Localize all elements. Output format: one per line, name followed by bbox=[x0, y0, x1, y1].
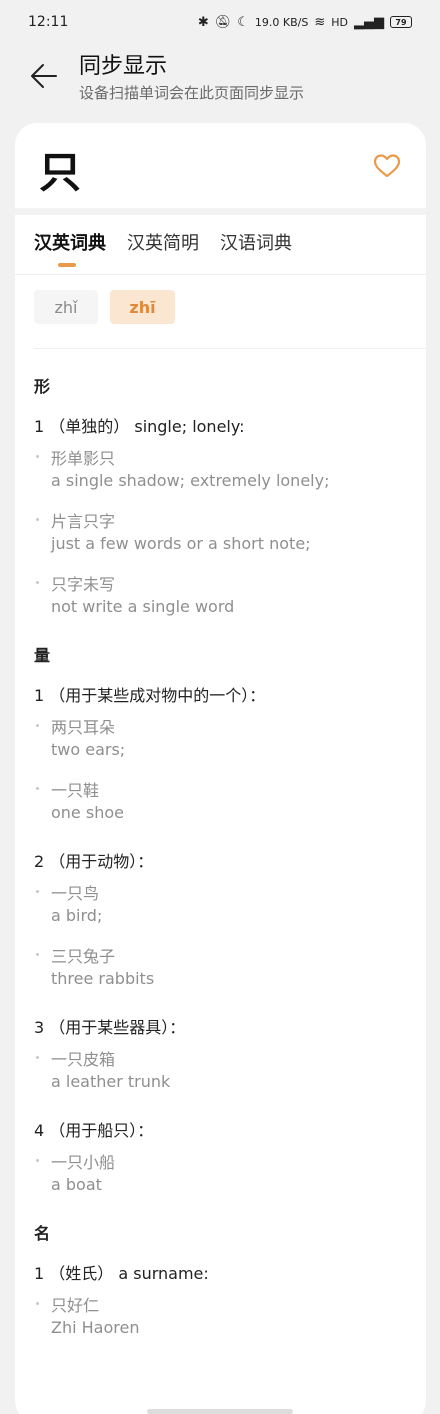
example-chinese: 一只鸟 bbox=[51, 884, 100, 903]
example-chinese: 只好仁 bbox=[51, 1296, 100, 1315]
bullet-icon bbox=[36, 890, 39, 893]
example-english: a bird; bbox=[51, 906, 103, 925]
bullet-icon bbox=[36, 724, 39, 727]
part-of-speech: 名 bbox=[34, 1224, 51, 1243]
example-english: two ears; bbox=[51, 740, 126, 759]
pinyin-selector: zhǐ zhī bbox=[34, 275, 426, 349]
tab-3[interactable]: 汉语词典 bbox=[220, 229, 292, 255]
bullet-icon bbox=[36, 455, 39, 458]
dictionary-card: 只 汉英词典 汉英简明 汉语词典 zhǐ zhī 形 1 （单独的） single; … bbox=[15, 123, 426, 1414]
bullet-icon bbox=[36, 1159, 39, 1162]
bullet-icon bbox=[36, 518, 39, 521]
bullet-icon bbox=[36, 1056, 39, 1059]
example-chinese: 形单影只 bbox=[51, 449, 116, 468]
example-english: a boat bbox=[51, 1175, 102, 1194]
bluetooth-icon: ✱ bbox=[197, 14, 209, 30]
network-speed: 19.0 KB/S bbox=[254, 15, 309, 29]
moon-icon: ☾ bbox=[237, 14, 249, 30]
page-subtitle: 设备扫描单词会在此页面同步显示 bbox=[79, 84, 305, 102]
header: 同步显示 设备扫描单词会在此页面同步显示 bbox=[0, 44, 440, 116]
example-english: a leather trunk bbox=[51, 1072, 171, 1091]
example-chinese: 只字未写 bbox=[51, 575, 116, 594]
dictionary-tabs: 汉英词典 汉英简明 汉语词典 bbox=[15, 215, 426, 275]
example-english: one shoe bbox=[51, 803, 124, 822]
sense-definition: 3 （用于某些器具）： bbox=[34, 1018, 186, 1037]
example-english: a single shadow; extremely lonely; bbox=[51, 471, 330, 490]
bullet-icon bbox=[36, 581, 39, 584]
status-icons: ✱ 🔕︎ ☾ 19.0 KB/S ≋ HD ▂▄▆ 79 bbox=[198, 15, 412, 30]
example-chinese: 三只兔子 bbox=[51, 947, 116, 966]
part-of-speech: 量 bbox=[34, 646, 51, 665]
example-english: not write a single word bbox=[51, 597, 235, 616]
tab-2[interactable]: 汉英简明 bbox=[127, 229, 199, 255]
sense-definition: 4 （用于船只）： bbox=[34, 1121, 154, 1140]
pinyin-option-selected[interactable]: zhī bbox=[110, 290, 175, 324]
example-chinese: 片言只字 bbox=[51, 512, 116, 531]
battery-icon: 79 bbox=[390, 16, 412, 28]
active-tab-indicator bbox=[58, 263, 76, 267]
status-time: 12:11 bbox=[28, 14, 69, 30]
back-arrow-icon[interactable] bbox=[28, 60, 60, 92]
example-chinese: 一只皮箱 bbox=[51, 1050, 116, 1069]
status-bar: 12:11 ✱ 🔕︎ ☾ 19.0 KB/S ≋ HD ▂▄▆ 79 bbox=[0, 0, 440, 44]
word-row: 只 bbox=[15, 123, 426, 215]
bullet-icon bbox=[36, 787, 39, 790]
example-chinese: 一只鞋 bbox=[51, 781, 100, 800]
pinyin-option[interactable]: zhǐ bbox=[34, 290, 98, 324]
heart-outline-icon[interactable] bbox=[373, 153, 401, 179]
bullet-icon bbox=[36, 953, 39, 956]
example-english: just a few words or a short note; bbox=[51, 534, 311, 553]
home-indicator[interactable] bbox=[147, 1409, 293, 1414]
sense-definition: 1 （用于某些成对物中的一个）： bbox=[34, 686, 266, 705]
example-chinese: 两只耳朵 bbox=[51, 718, 116, 737]
network-type: HD bbox=[331, 15, 348, 29]
tab-1[interactable]: 汉英词典 bbox=[34, 229, 106, 255]
mute-icon: 🔕︎ bbox=[214, 14, 232, 30]
bullet-icon bbox=[36, 1302, 39, 1305]
sense-definition: 1 （姓氏） a surname: bbox=[34, 1264, 209, 1283]
sense-definition: 1 （单独的） single; lonely: bbox=[34, 417, 245, 436]
example-chinese: 一只小船 bbox=[51, 1153, 116, 1172]
sense-definition: 2 （用于动物）： bbox=[34, 852, 154, 871]
example-english: Zhi Haoren bbox=[51, 1318, 140, 1337]
wifi-icon: ≋ bbox=[314, 14, 326, 30]
example-english: three rabbits bbox=[51, 969, 155, 988]
page-title: 同步显示 bbox=[79, 54, 168, 79]
headword: 只 bbox=[39, 148, 82, 197]
signal-icon: ▂▄▆ bbox=[354, 14, 384, 30]
part-of-speech: 形 bbox=[34, 377, 51, 396]
